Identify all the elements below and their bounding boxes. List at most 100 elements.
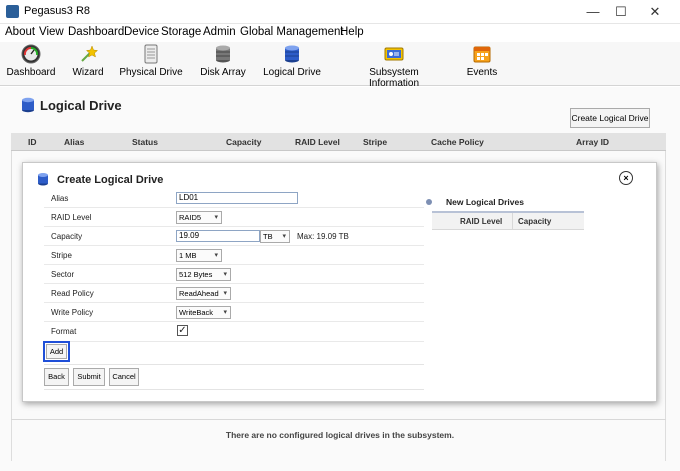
window-title: Pegasus3 R8 xyxy=(24,5,91,17)
format-checkbox[interactable]: ✓ xyxy=(177,325,188,336)
toolbar-events[interactable]: Events xyxy=(464,44,500,78)
alias-row: Alias LD01 xyxy=(44,189,424,208)
dialog-close-button[interactable]: × xyxy=(619,171,633,185)
toolbar-disk-array[interactable]: Disk Array xyxy=(198,44,248,78)
alias-label: Alias xyxy=(51,194,69,203)
raid-level-row: RAID Level RAID5 ▾ xyxy=(44,208,424,227)
raid-level-label: RAID Level xyxy=(51,213,92,222)
toolbar-events-label: Events xyxy=(466,67,498,78)
sector-value: 512 Bytes xyxy=(179,270,213,279)
column-capacity: Capacity xyxy=(518,217,552,226)
column-array-id[interactable]: Array ID xyxy=(576,137,609,147)
menu-device[interactable]: Device xyxy=(124,26,159,38)
column-cache-policy[interactable]: Cache Policy xyxy=(431,137,484,147)
stripe-value: 1 MB xyxy=(179,251,197,260)
read-policy-row: Read Policy ReadAhead ▾ xyxy=(44,284,424,303)
capacity-max-text: Max: 19.09 TB xyxy=(297,232,349,241)
toolbar-subsystem-information-label: Subsystem Information xyxy=(368,67,420,89)
toolbar-wizard-label: Wizard xyxy=(72,67,104,78)
toolbar-subsystem-information[interactable]: Subsystem Information xyxy=(344,44,444,89)
chevron-down-icon: ▾ xyxy=(223,271,227,278)
format-row: Format ✓ xyxy=(44,322,424,342)
new-logical-drives-title: New Logical Drives xyxy=(446,197,524,207)
add-button[interactable]: Add xyxy=(46,344,67,359)
back-button[interactable]: Back xyxy=(44,368,69,386)
toolbar-logical-drive-label: Logical Drive xyxy=(263,67,321,78)
toolbar-wizard[interactable]: Wizard xyxy=(68,44,108,78)
column-raid-level: RAID Level xyxy=(460,217,503,226)
sector-select[interactable]: 512 Bytes ▾ xyxy=(176,268,231,281)
events-calendar-icon xyxy=(473,46,491,63)
toolbar-physical-drive-label: Physical Drive xyxy=(119,67,183,78)
subsystem-info-icon xyxy=(384,47,404,61)
read-policy-value: ReadAhead xyxy=(179,289,219,298)
raid-level-value: RAID5 xyxy=(179,213,202,222)
column-raid-level[interactable]: RAID Level xyxy=(295,137,340,147)
column-capacity[interactable]: Capacity xyxy=(226,137,261,147)
write-policy-row: Write Policy WriteBack ▾ xyxy=(44,303,424,322)
page-title: Logical Drive xyxy=(40,98,122,113)
read-policy-select[interactable]: ReadAhead ▾ xyxy=(176,287,231,300)
capacity-label: Capacity xyxy=(51,232,83,241)
menu-bar: About View Dashboard Device Storage Admi… xyxy=(0,24,680,42)
logical-drive-table-header: ID Alias Status Capacity RAID Level Stri… xyxy=(11,133,666,151)
menu-global-management[interactable]: Global Management xyxy=(240,26,344,38)
column-status[interactable]: Status xyxy=(132,137,158,147)
column-alias[interactable]: Alias xyxy=(64,137,84,147)
menu-help[interactable]: Help xyxy=(340,26,364,38)
toolbar-logical-drive[interactable]: Logical Drive xyxy=(262,44,322,78)
capacity-input[interactable]: 19.09 xyxy=(176,230,260,242)
chevron-down-icon: ▾ xyxy=(214,214,218,221)
disk-array-icon xyxy=(216,45,230,63)
capacity-unit-select[interactable]: TB ▾ xyxy=(260,230,290,243)
divider xyxy=(44,364,424,365)
menu-view[interactable]: View xyxy=(39,26,64,38)
chevron-down-icon: ▾ xyxy=(223,309,227,316)
chevron-down-icon: ▾ xyxy=(214,252,218,259)
create-logical-drive-button[interactable]: Create Logical Drive xyxy=(570,108,650,128)
new-logical-drives-panel: New Logical Drives RAID Level Capacity xyxy=(426,193,590,373)
raid-level-select[interactable]: RAID5 ▾ xyxy=(176,211,222,224)
logical-drive-icon xyxy=(38,173,48,186)
stripe-select[interactable]: 1 MB ▾ xyxy=(176,249,222,262)
minimize-button[interactable]: — xyxy=(578,2,608,22)
toolbar-disk-array-label: Disk Array xyxy=(200,67,246,78)
close-window-button[interactable]: ✕ xyxy=(640,2,670,22)
logical-drive-icon xyxy=(285,45,299,63)
write-policy-select[interactable]: WriteBack ▾ xyxy=(176,306,231,319)
divider xyxy=(11,419,666,420)
submit-button[interactable]: Submit xyxy=(73,368,105,386)
maximize-button[interactable]: ☐ xyxy=(606,2,636,22)
stripe-label: Stripe xyxy=(51,251,72,260)
toolbar-dashboard-label: Dashboard xyxy=(6,67,56,78)
alias-input[interactable]: LD01 xyxy=(176,192,298,204)
menu-storage[interactable]: Storage xyxy=(161,26,201,38)
empty-table-message: There are no configured logical drives i… xyxy=(225,430,455,440)
menu-admin[interactable]: Admin xyxy=(203,26,236,38)
divider xyxy=(512,213,513,230)
column-id[interactable]: ID xyxy=(28,137,37,147)
menu-about[interactable]: About xyxy=(5,26,35,38)
create-logical-drive-dialog: Create Logical Drive × Alias LD01 RAID L… xyxy=(22,162,657,402)
format-label: Format xyxy=(51,327,77,336)
capacity-unit-value: TB xyxy=(263,232,273,241)
logical-drive-icon xyxy=(22,97,34,113)
column-stripe[interactable]: Stripe xyxy=(363,137,387,147)
sector-label: Sector xyxy=(51,270,75,279)
toolbar: Dashboard Wizard Physical Drive Disk Arr… xyxy=(0,42,680,89)
divider xyxy=(44,389,424,390)
toolbar-physical-drive[interactable]: Physical Drive xyxy=(118,44,184,78)
add-button-highlight: Add xyxy=(43,341,70,362)
physical-drive-icon xyxy=(144,44,158,64)
capacity-row: Capacity 19.09 TB ▾ Max: 19.09 TB xyxy=(44,227,424,246)
dashboard-gauge-icon xyxy=(21,44,41,64)
sector-row: Sector 512 Bytes ▾ xyxy=(44,265,424,284)
chevron-down-icon: ▾ xyxy=(282,233,286,240)
toolbar-dashboard[interactable]: Dashboard xyxy=(6,44,56,78)
collapse-icon[interactable] xyxy=(426,199,432,205)
menu-dashboard[interactable]: Dashboard xyxy=(68,26,124,38)
chevron-down-icon: ▾ xyxy=(223,290,227,297)
write-policy-value: WriteBack xyxy=(179,308,214,317)
cancel-button[interactable]: Cancel xyxy=(109,368,139,386)
write-policy-label: Write Policy xyxy=(51,308,94,317)
